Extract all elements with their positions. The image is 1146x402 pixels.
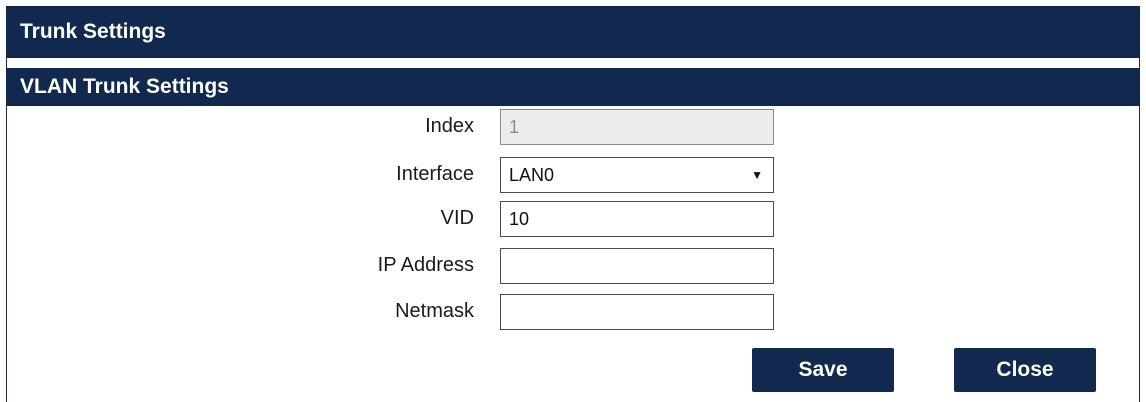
chevron-down-icon: ▼ (751, 168, 763, 182)
close-button[interactable]: Close (954, 348, 1096, 392)
index-field (500, 109, 774, 145)
form-row-vid: VID (0, 199, 1146, 237)
ip-address-label: IP Address (377, 254, 474, 276)
vid-label: VID (440, 207, 474, 229)
section-title-vlan-trunk: VLAN Trunk Settings (6, 68, 1140, 106)
ip-address-field[interactable] (500, 248, 774, 284)
netmask-field[interactable] (500, 294, 774, 330)
page-title: Trunk Settings (6, 6, 1140, 58)
form-row-ip-address: IP Address (0, 246, 1146, 284)
netmask-label: Netmask (395, 300, 474, 322)
form-row-interface: Interface LAN0 ▼ (0, 155, 1146, 193)
interface-selected-value: LAN0 (509, 165, 555, 185)
vid-field[interactable] (500, 201, 774, 237)
interface-label: Interface (396, 163, 474, 185)
form-row-index: Index (0, 107, 1146, 145)
form-row-netmask: Netmask (0, 292, 1146, 330)
index-label: Index (425, 115, 474, 137)
save-button[interactable]: Save (752, 348, 894, 392)
interface-select[interactable]: LAN0 ▼ (500, 157, 774, 193)
